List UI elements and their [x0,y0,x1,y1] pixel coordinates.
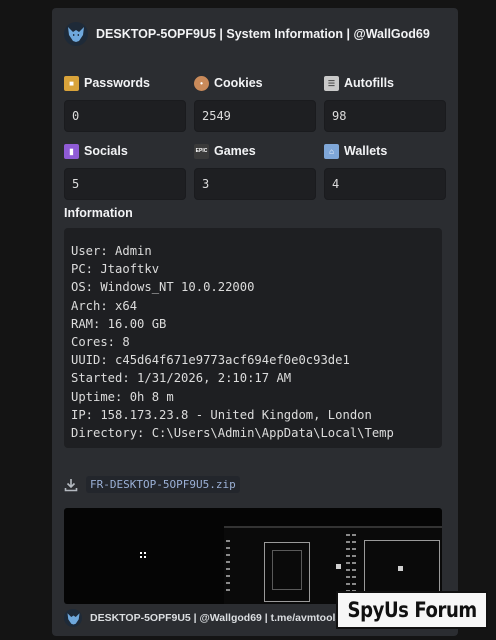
field-autofills: ☰ Autofills 98 [324,74,446,132]
wolf-logo-icon [68,27,84,42]
field-label-cookies: Cookies [214,76,263,90]
field-value-autofills: 98 [324,100,446,132]
lock-icon: ■ [64,75,79,91]
stats-grid: ■ Passwords 0 • Cookies 2549 ☰ Autofills… [64,74,446,200]
field-label-autofills: Autofills [344,76,394,90]
cookie-icon: • [194,75,209,91]
info-line-ip: IP: 158.173.23.8 - United Kingdom, Londo… [71,407,372,422]
field-value-wallets: 4 [324,168,446,200]
info-line-pc: PC: Jtaoftkv [71,262,160,277]
field-value-games: 3 [194,168,316,200]
field-games: EPIC Games 3 [194,142,316,200]
info-line-uptime: Uptime: 0h 8 m [71,389,174,404]
information-title: Information [64,206,133,220]
preview-icon-column [226,540,230,596]
preview-taskbar [224,526,442,528]
watermark: SpyUs Forum [336,591,488,629]
windows-logo-icon [140,552,146,558]
attachment-link[interactable]: FR-DESKTOP-5OPF9U5.zip [86,476,240,493]
bank-icon: ⌂ [324,143,339,159]
info-line-uuid: UUID: c45d64f671e9773acf694ef0e0c93de1 [71,353,350,368]
footer-text: DESKTOP-5OPF9U5 | @Wallgod69 | t.me/avmt… [90,612,342,624]
field-value-cookies: 2549 [194,100,316,132]
field-wallets: ⌂ Wallets 4 [324,142,446,200]
preview-cursor [336,564,341,569]
info-line-ram: RAM: 16.00 GB [71,316,167,331]
info-line-cores: Cores: 8 [71,335,130,350]
field-value-passwords: 0 [64,100,186,132]
embed-header: DESKTOP-5OPF9U5 | System Information | @… [64,20,430,48]
field-passwords: ■ Passwords 0 [64,74,186,132]
author-avatar[interactable] [64,22,88,46]
field-label-games: Games [214,144,256,158]
field-value-socials: 5 [64,168,186,200]
field-label-wallets: Wallets [344,144,388,158]
embed-title: DESKTOP-5OPF9U5 | System Information | @… [96,27,430,41]
wolf-logo-icon [67,612,79,624]
clipboard-icon: ☰ [324,75,339,91]
field-label-socials: Socials [84,144,128,158]
information-code-block: User: Admin PC: Jtaoftkv OS: Windows_NT … [64,228,442,448]
twitch-icon: ▮ [64,143,79,159]
epic-games-icon: EPIC [194,143,209,159]
preview-cursor [398,566,403,571]
info-line-user: User: Admin [71,244,152,258]
footer-avatar [64,609,82,627]
watermark-text: SpyUs Forum [347,598,477,622]
info-line-os: OS: Windows_NT 10.0.22000 [71,280,255,295]
screenshot-preview[interactable] [64,508,442,604]
info-line-started: Started: 1/31/2026, 2:10:17 AM [71,371,292,386]
download-icon[interactable] [64,478,78,492]
field-label-passwords: Passwords [84,76,151,90]
field-cookies: • Cookies 2549 [194,74,316,132]
info-line-directory: Directory: C:\Users\Admin\AppData\Local\… [71,426,394,441]
attachment: FR-DESKTOP-5OPF9U5.zip [64,476,240,493]
embed-footer: DESKTOP-5OPF9U5 | @Wallgod69 | t.me/avmt… [64,608,341,628]
preview-window-outline [272,550,302,590]
embed-card: DESKTOP-5OPF9U5 | System Information | @… [52,8,458,636]
info-line-arch: Arch: x64 [71,298,138,313]
field-socials: ▮ Socials 5 [64,142,186,200]
